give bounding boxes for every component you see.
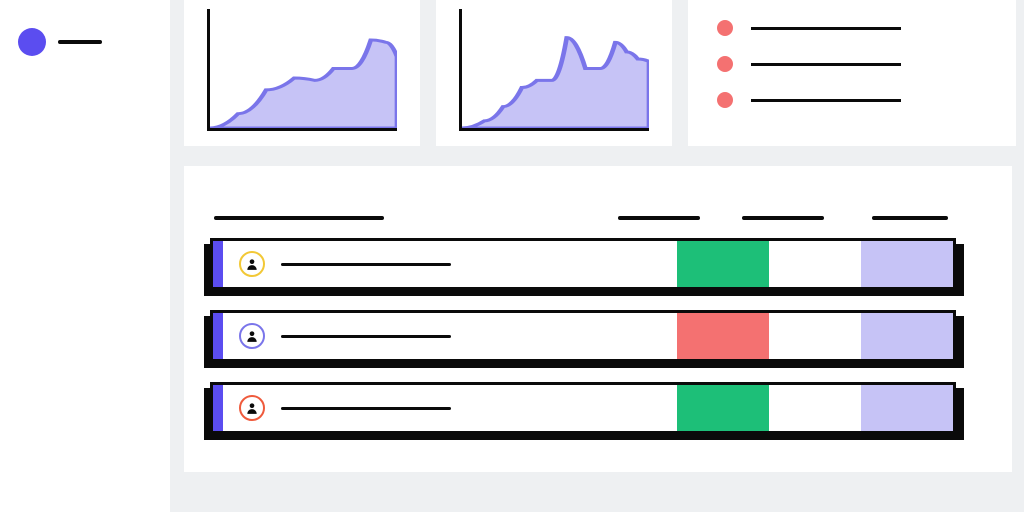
purple-cell — [861, 313, 953, 359]
sidebar — [0, 0, 170, 512]
purple-cell — [861, 385, 953, 431]
brand-logo-icon — [18, 28, 46, 56]
avatar — [239, 395, 265, 421]
data-table-panel — [184, 166, 1012, 472]
status-cell — [677, 313, 769, 359]
chart-card-1 — [184, 0, 420, 146]
area-chart-2 — [462, 9, 649, 128]
bullet-icon — [717, 92, 733, 108]
status-cell — [677, 385, 769, 431]
chart-card-2 — [436, 0, 672, 146]
column-header-col4 — [872, 216, 948, 220]
avatar — [239, 323, 265, 349]
list-item-label — [751, 99, 901, 102]
brand-name-placeholder — [58, 40, 102, 44]
column-header-status — [618, 216, 700, 220]
chart-2-axes — [459, 9, 649, 131]
person-icon — [245, 257, 259, 271]
row-accent-bar — [213, 385, 223, 431]
row-name-placeholder — [281, 263, 451, 266]
avatar — [239, 251, 265, 277]
table-row[interactable] — [210, 310, 956, 362]
column-header-name — [214, 216, 384, 220]
bullet-icon — [717, 56, 733, 72]
row-accent-bar — [213, 313, 223, 359]
chart-2-area-icon — [462, 38, 649, 128]
purple-cell — [861, 241, 953, 287]
top-widgets-row — [184, 0, 1016, 146]
list-item — [717, 56, 987, 72]
blank-cell — [769, 241, 861, 287]
table-header — [214, 216, 982, 220]
row-name-placeholder — [281, 335, 451, 338]
person-icon — [245, 401, 259, 415]
list-item — [717, 92, 987, 108]
person-icon — [245, 329, 259, 343]
list-item-label — [751, 27, 901, 30]
table-row[interactable] — [210, 238, 956, 290]
row-name-placeholder — [281, 407, 451, 410]
bullet-icon — [717, 20, 733, 36]
list-item-label — [751, 63, 901, 66]
table-row[interactable] — [210, 382, 956, 434]
blank-cell — [769, 313, 861, 359]
row-accent-bar — [213, 241, 223, 287]
blank-cell — [769, 385, 861, 431]
brand — [0, 0, 170, 84]
list-item — [717, 20, 987, 36]
status-cell — [677, 241, 769, 287]
column-header-col3 — [742, 216, 824, 220]
chart-1-area-icon — [210, 40, 397, 128]
side-list-card — [688, 0, 1016, 146]
table-rows — [210, 238, 956, 434]
chart-1-axes — [207, 9, 397, 131]
area-chart-1 — [210, 9, 397, 128]
